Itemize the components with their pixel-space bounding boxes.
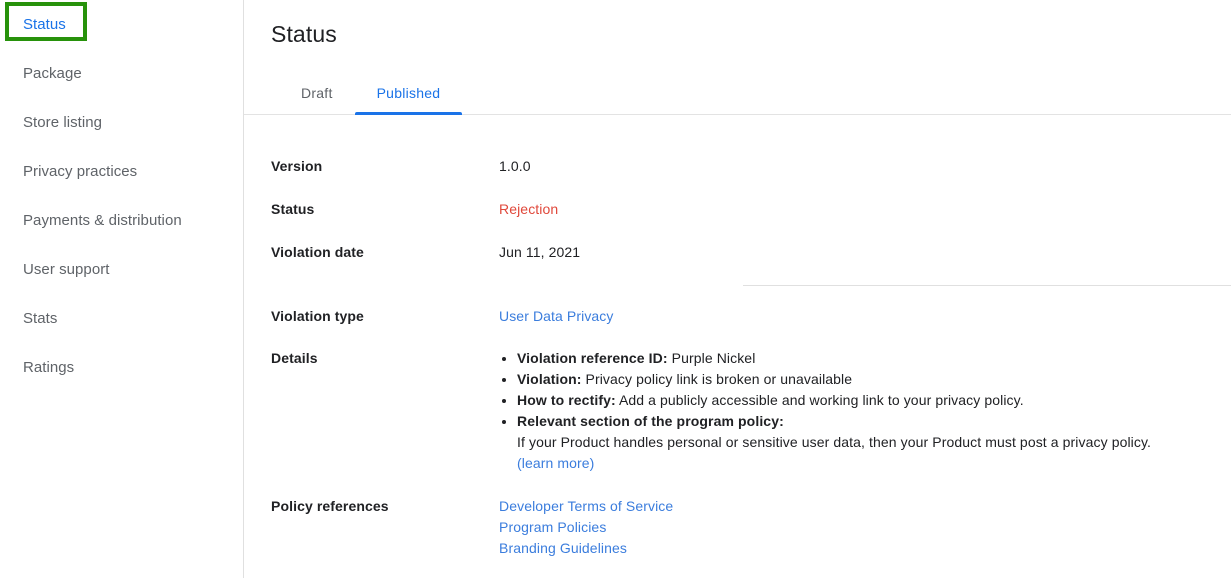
- row-violation-type: Violation type User Data Privacy: [244, 306, 1231, 327]
- policy-link-program-policies[interactable]: Program Policies: [499, 517, 673, 538]
- policy-reference-links: Developer Terms of Service Program Polic…: [499, 496, 673, 559]
- sidebar-item-status[interactable]: Status: [0, 0, 243, 49]
- sidebar: Status Package Store listing Privacy pra…: [0, 0, 244, 578]
- list-item: Violation: Privacy policy link is broken…: [517, 369, 1151, 390]
- row-label-policy-references: Policy references: [271, 498, 389, 514]
- row-label-violation-type: Violation type: [271, 308, 364, 324]
- learn-more-link[interactable]: (learn more): [517, 453, 1151, 474]
- sidebar-item-label: Stats: [23, 310, 58, 327]
- list-item: Violation reference ID: Purple Nickel: [517, 348, 1151, 369]
- row-value-version: 1.0.0: [499, 158, 531, 174]
- status-details-panel: Version 1.0.0 Status Rejection Violation…: [244, 115, 1231, 559]
- main-content: Status Draft Published Version 1.0.0 Sta…: [244, 0, 1231, 578]
- sidebar-nav-list: Status Package Store listing Privacy pra…: [0, 0, 243, 392]
- bullet-term: How to rectify:: [517, 392, 616, 408]
- app-root: Status Package Store listing Privacy pra…: [0, 0, 1231, 578]
- row-violation-date: Violation date Jun 11, 2021: [244, 242, 1231, 263]
- violation-type-link[interactable]: User Data Privacy: [499, 308, 614, 324]
- sidebar-item-store-listing[interactable]: Store listing: [0, 98, 243, 147]
- bullet-text: Purple Nickel: [667, 350, 756, 366]
- row-value-violation-date: Jun 11, 2021: [499, 244, 581, 260]
- row-policy-references: Policy references Developer Terms of Ser…: [244, 496, 1231, 559]
- sidebar-item-label: Privacy practices: [23, 163, 138, 180]
- sidebar-item-label: Store listing: [23, 114, 103, 131]
- row-label-version: Version: [271, 158, 323, 174]
- row-label-details: Details: [271, 350, 318, 366]
- tab-published[interactable]: Published: [354, 85, 463, 115]
- bullet-text: Add a publicly accessible and working li…: [615, 392, 1024, 408]
- details-bullet-list: Violation reference ID: Purple Nickel Vi…: [499, 348, 1151, 474]
- sidebar-item-user-support[interactable]: User support: [0, 245, 243, 294]
- bullet-term: Relevant section of the program policy:: [517, 413, 784, 429]
- sidebar-item-label: Payments & distribution: [23, 212, 182, 229]
- row-label-violation-date: Violation date: [271, 244, 364, 260]
- row-details: Details Violation reference ID: Purple N…: [244, 348, 1231, 474]
- row-label-status: Status: [271, 201, 315, 217]
- sidebar-item-stats[interactable]: Stats: [0, 294, 243, 343]
- details-policy-excerpt: If your Product handles personal or sens…: [517, 434, 1152, 450]
- sidebar-item-label: Ratings: [23, 359, 75, 376]
- tab-bar: Draft Published: [244, 70, 1231, 115]
- sidebar-item-privacy-practices[interactable]: Privacy practices: [0, 147, 243, 196]
- bullet-term: Violation reference ID:: [517, 350, 668, 366]
- bullet-term: Violation:: [517, 371, 582, 387]
- sidebar-item-label: Package: [23, 65, 82, 82]
- row-value-violation-type: User Data Privacy: [499, 306, 614, 326]
- policy-link-branding-guidelines[interactable]: Branding Guidelines: [499, 538, 673, 559]
- sidebar-item-ratings[interactable]: Ratings: [0, 343, 243, 392]
- sidebar-item-payments-distribution[interactable]: Payments & distribution: [0, 196, 243, 245]
- list-item: How to rectify: Add a publicly accessibl…: [517, 390, 1151, 411]
- status-badge: Rejection: [499, 201, 559, 217]
- list-item: Relevant section of the program policy: …: [517, 411, 1151, 474]
- sidebar-item-label: User support: [23, 261, 110, 278]
- tab-draft[interactable]: Draft: [279, 85, 355, 114]
- sidebar-item-package[interactable]: Package: [0, 49, 243, 98]
- page-title: Status: [271, 21, 337, 47]
- policy-link-developer-terms[interactable]: Developer Terms of Service: [499, 496, 673, 517]
- details-content: Violation reference ID: Purple Nickel Vi…: [499, 348, 1151, 474]
- row-version: Version 1.0.0: [244, 156, 1231, 177]
- sidebar-item-label: Status: [23, 16, 66, 33]
- row-status: Status Rejection: [244, 199, 1231, 220]
- bullet-text: Privacy policy link is broken or unavail…: [581, 371, 853, 387]
